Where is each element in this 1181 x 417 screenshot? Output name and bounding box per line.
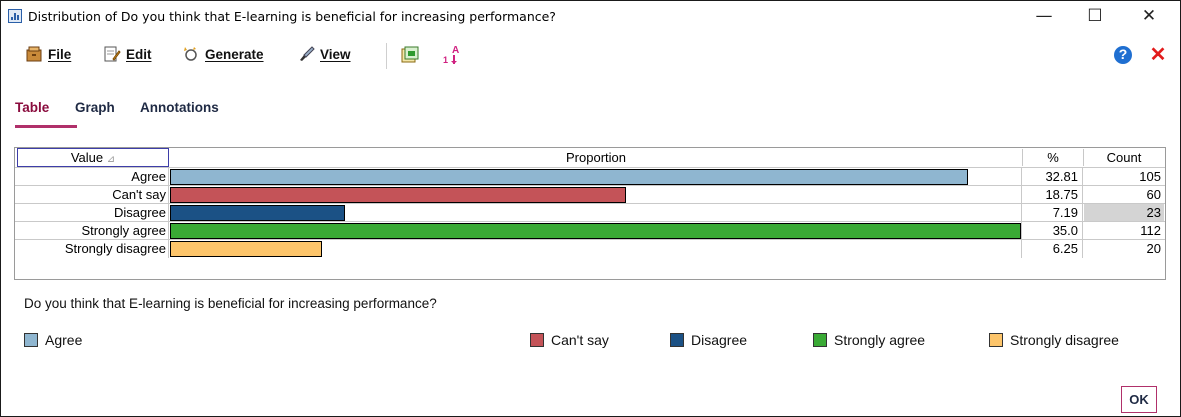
table-row[interactable]: Can't say 18.75 60 xyxy=(15,185,1165,204)
row-value-label: Can't say xyxy=(17,186,169,204)
sort-ascending-icon[interactable]: A1 xyxy=(442,43,462,65)
red-close-icon: ✕ xyxy=(1149,44,1167,66)
distribution-table[interactable]: Value ⊿ Proportion % Count Agree 32.81 105… xyxy=(14,147,1166,280)
legend-swatch xyxy=(989,333,1003,347)
distribution-window: Distribution of Do you think that E-lear… xyxy=(0,0,1181,417)
title-bar: Distribution of Do you think that E-lear… xyxy=(1,1,1180,31)
ok-button[interactable]: OK xyxy=(1121,386,1157,413)
count-cell: 23 xyxy=(1084,204,1164,222)
window-title: Distribution of Do you think that E-lear… xyxy=(28,9,556,24)
proportion-cell xyxy=(170,186,1022,204)
row-value-label: Strongly disagree xyxy=(17,240,169,258)
close-output-button[interactable]: ✕ xyxy=(1147,42,1169,66)
legend-label: Agree xyxy=(45,332,83,348)
legend-label: Strongly disagree xyxy=(1010,332,1119,348)
menu-view[interactable]: View xyxy=(297,46,351,62)
percent-cell: 18.75 xyxy=(1023,186,1083,204)
menu-edit[interactable]: Edit xyxy=(103,46,152,62)
legend-item: Disagree xyxy=(670,332,747,348)
close-icon: ✕ xyxy=(1141,6,1157,26)
legend-label: Disagree xyxy=(691,332,748,348)
proportion-bar xyxy=(170,241,322,257)
count-cell: 20 xyxy=(1146,241,1161,256)
help-button[interactable]: ? xyxy=(1113,45,1133,65)
view-brush-icon xyxy=(297,46,315,62)
generate-sparkle-icon xyxy=(182,46,200,62)
table-row[interactable]: Strongly disagree 6.25 20 xyxy=(15,239,1165,258)
legend-label: Can't say xyxy=(551,332,609,348)
legend-item: Strongly agree xyxy=(813,332,925,348)
legend-swatch xyxy=(530,333,544,347)
menu-bar: File Edit Generate View A1 ? ✕ xyxy=(1,35,1180,75)
table-row[interactable]: Strongly agree 35.0 112 xyxy=(15,221,1165,240)
proportion-cell xyxy=(170,240,1022,258)
count-cell: 60 xyxy=(1146,187,1161,202)
column-header-proportion[interactable]: Proportion xyxy=(170,149,1023,166)
percent-cell: 7.19 xyxy=(1023,204,1083,222)
column-header-value[interactable]: Value ⊿ xyxy=(17,148,169,167)
count-cell: 105 xyxy=(1139,169,1161,184)
legend-swatch xyxy=(813,333,827,347)
tab-annotations[interactable]: Annotations xyxy=(140,100,219,115)
tab-graph[interactable]: Graph xyxy=(75,100,115,115)
proportion-bar xyxy=(170,169,968,185)
sort-indicator-icon: ⊿ xyxy=(106,154,116,165)
proportion-cell xyxy=(170,204,1022,222)
svg-text:1: 1 xyxy=(443,55,448,65)
proportion-bar xyxy=(170,205,345,221)
legend-swatch xyxy=(24,333,38,347)
count-cell: 112 xyxy=(1140,223,1161,238)
table-row[interactable]: Disagree 7.19 23 xyxy=(15,203,1165,222)
proportion-cell xyxy=(170,222,1022,240)
legend-item: Strongly disagree xyxy=(989,332,1119,348)
proportion-bar xyxy=(170,187,626,203)
minimize-button[interactable]: — xyxy=(1021,1,1067,31)
row-value-label: Agree xyxy=(17,168,169,186)
legend-swatch xyxy=(670,333,684,347)
close-window-button[interactable]: ✕ xyxy=(1126,1,1172,31)
legend-item: Can't say xyxy=(530,332,609,348)
percent-cell: 6.25 xyxy=(1023,240,1083,258)
percent-cell: 35.0 xyxy=(1023,222,1083,240)
maximize-icon: ☐ xyxy=(1087,6,1103,26)
menu-generate[interactable]: Generate xyxy=(182,46,264,62)
row-value-label: Strongly agree xyxy=(17,222,169,240)
proportion-cell xyxy=(170,168,1022,186)
maximize-button[interactable]: ☐ xyxy=(1072,1,1118,31)
help-icon: ? xyxy=(1118,46,1128,62)
legend-item: Agree xyxy=(24,332,82,348)
column-header-count[interactable]: Count xyxy=(1084,149,1164,166)
svg-text:A: A xyxy=(452,45,459,56)
minimize-icon: — xyxy=(1035,6,1053,26)
edit-document-icon xyxy=(103,46,121,62)
tab-table[interactable]: Table xyxy=(15,100,49,115)
toolbar-separator xyxy=(386,43,387,69)
legend-title: Do you think that E-learning is benefici… xyxy=(24,296,437,311)
percent-cell: 32.81 xyxy=(1023,168,1083,186)
export-table-icon[interactable] xyxy=(401,46,419,64)
row-value-label: Disagree xyxy=(17,204,169,222)
column-header-percent[interactable]: % xyxy=(1023,149,1084,166)
file-cabinet-icon xyxy=(25,46,43,62)
legend-label: Strongly agree xyxy=(834,332,926,348)
distribution-app-icon xyxy=(8,9,22,23)
proportion-bar xyxy=(170,223,1021,239)
active-tab-indicator xyxy=(15,125,77,128)
menu-file[interactable]: File xyxy=(25,46,71,62)
table-row[interactable]: Agree 32.81 105 xyxy=(15,167,1165,186)
